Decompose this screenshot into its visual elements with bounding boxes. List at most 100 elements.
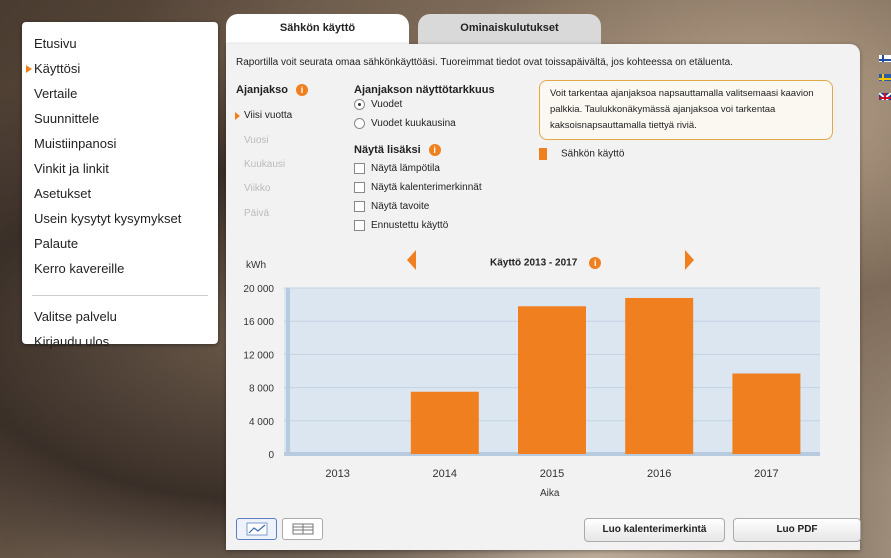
bar[interactable] <box>518 306 586 454</box>
flag-finnish-icon[interactable] <box>879 52 891 62</box>
x-axis-label: Aika <box>540 488 560 499</box>
x-tick-label: 2017 <box>754 468 778 480</box>
main-panel: Raportilla voit seurata omaa sähkönkäytt… <box>226 44 861 550</box>
nav-item-suunnittele[interactable]: Suunnittele <box>22 106 218 131</box>
checkbox-ennustettu[interactable]: Ennustettu käyttö <box>354 220 448 231</box>
extras-title: Näytä lisäksi i <box>354 144 441 157</box>
left-navigation: Etusivu Käyttösi Vertaile Suunnittele Mu… <box>22 22 218 349</box>
nav-item-label: Muistiinpanosi <box>34 136 117 151</box>
bar[interactable] <box>625 297 694 454</box>
checkbox[interactable] <box>354 201 365 212</box>
checkbox-label: Näytä kalenterimerkinnät <box>371 182 482 194</box>
nav-item-kayttosi[interactable]: Käyttösi <box>22 56 218 81</box>
bar-chart: 20 000 16 000 12 000 8 000 4 000 0 2013 2014 201… <box>243 284 820 480</box>
tab-sahkon-kaytto[interactable]: Sähkön käyttö <box>226 14 409 46</box>
line-chart-icon <box>246 522 267 536</box>
nav-item-kirjaudu-ulos[interactable]: Kirjaudu ulos <box>22 329 218 354</box>
nav-item-label: Vertaile <box>34 86 78 101</box>
info-icon[interactable]: i <box>589 257 602 269</box>
period-item-vuosi[interactable]: Vuosi <box>244 135 269 146</box>
nav-item-asetukset[interactable]: Asetukset <box>22 181 218 206</box>
y-axis-label: kWh <box>246 260 266 271</box>
nav-item-vinkit[interactable]: Vinkit ja linkit <box>22 156 218 181</box>
period-title-label: Ajanjakso <box>236 84 288 96</box>
period-item-viikko[interactable]: Viikko <box>244 183 271 194</box>
nav-item-label: Suunnittele <box>34 111 100 126</box>
nav-item-label: Etusivu <box>34 36 77 51</box>
radio-label: Vuodet kuukausina <box>371 118 456 130</box>
create-calendar-entry-button[interactable]: Luo kalenterimerkintä <box>584 518 725 542</box>
period-item-viisi-vuotta[interactable]: Viisi vuotta <box>244 110 292 121</box>
y-tick-label: 16 000 <box>243 317 274 328</box>
x-tick-label: 2016 <box>647 468 671 480</box>
radio-button[interactable] <box>354 118 365 129</box>
nav-item-palaute[interactable]: Palaute <box>22 231 218 256</box>
tab-label: Ominaiskulutukset <box>460 22 559 34</box>
nav-item-label: Usein kysytyt kysymykset <box>34 211 182 226</box>
nav-item-label: Vinkit ja linkit <box>34 161 109 176</box>
nav-item-label: Palaute <box>34 236 79 251</box>
nav-item-valitse-palvelu[interactable]: Valitse palvelu <box>22 304 218 329</box>
hint-box: Voit tarkentaa ajanjaksoa napsauttamalla… <box>539 80 833 140</box>
active-arrow-icon <box>26 65 32 73</box>
y-tick-label: 12 000 <box>243 350 274 361</box>
checkbox-kalenterimerkinnat[interactable]: Näytä kalenterimerkinnät <box>354 182 482 193</box>
tab-ominaiskulutukset[interactable]: Ominaiskulutukset <box>418 14 601 46</box>
chart-title: Käyttö 2013 - 2017 i <box>490 257 602 269</box>
nav-item-kerro-kavereille[interactable]: Kerro kavereille <box>22 256 218 281</box>
radio-vuodet[interactable]: Vuodet <box>354 99 402 110</box>
flag-english-icon[interactable] <box>879 90 891 100</box>
nav-item-label: Kirjaudu ulos <box>34 334 110 349</box>
x-tick-label: 2015 <box>540 468 564 480</box>
y-tick-label: 8 000 <box>249 384 274 395</box>
tab-label: Sähkön käyttö <box>279 22 356 34</box>
period-title: Ajanjakso i <box>236 84 308 97</box>
create-pdf-button[interactable]: Luo PDF <box>733 518 861 542</box>
bar[interactable] <box>410 391 479 454</box>
radio-label: Vuodet <box>371 99 403 111</box>
arrow-left-icon[interactable] <box>407 250 416 270</box>
table-icon <box>292 523 313 535</box>
precision-title: Ajanjakson näyttötarkkuus <box>354 84 495 96</box>
y-tick-label: 20 000 <box>243 284 274 295</box>
y-tick-label: 4 000 <box>249 417 274 428</box>
checkbox[interactable] <box>354 220 365 231</box>
x-tick-label: 2014 <box>433 468 457 480</box>
period-item-paiva[interactable]: Päivä <box>244 208 269 219</box>
checkbox[interactable] <box>354 163 365 174</box>
intro-text: Raportilla voit seurata omaa sähkönkäytt… <box>236 57 733 68</box>
checkbox-label: Näytä tavoite <box>371 201 430 213</box>
checkbox-lampotila[interactable]: Näytä lämpötila <box>354 163 440 174</box>
checkbox-label: Ennustettu käyttö <box>371 220 449 232</box>
extras-title-label: Näytä lisäksi <box>354 144 421 156</box>
nav-item-label: Käyttösi <box>34 61 81 76</box>
x-tick-label: 2013 <box>325 468 349 480</box>
nav-divider <box>32 295 208 296</box>
legend-swatch <box>539 148 547 160</box>
nav-item-label: Asetukset <box>34 186 92 201</box>
active-arrow-icon <box>235 112 240 120</box>
info-icon[interactable]: i <box>295 84 308 97</box>
radio-button[interactable] <box>354 99 365 110</box>
nav-item-etusivu[interactable]: Etusivu <box>22 31 218 56</box>
nav-item-ukk[interactable]: Usein kysytyt kysymykset <box>22 206 218 231</box>
checkbox-tavoite[interactable]: Näytä tavoite <box>354 201 429 212</box>
chart-title-label: Käyttö 2013 - 2017 <box>490 257 578 269</box>
nav-item-label: Kerro kavereille <box>34 261 125 276</box>
info-icon[interactable]: i <box>428 144 441 157</box>
checkbox[interactable] <box>354 182 365 193</box>
legend-label: Sähkön käyttö <box>561 148 625 160</box>
chart-view-button[interactable] <box>236 518 277 540</box>
period-item-kuukausi[interactable]: Kuukausi <box>244 159 285 170</box>
checkbox-label: Näytä lämpötila <box>371 163 440 175</box>
bar[interactable] <box>732 373 801 454</box>
table-view-button[interactable] <box>282 518 323 540</box>
chart-legend: Sähkön käyttö <box>539 148 624 160</box>
radio-vuodet-kuukausina[interactable]: Vuodet kuukausina <box>354 118 456 129</box>
y-axis-line <box>286 288 290 454</box>
nav-item-muistiinpanosi[interactable]: Muistiinpanosi <box>22 131 218 156</box>
flag-swedish-icon[interactable] <box>879 71 891 81</box>
arrow-right-icon[interactable] <box>685 250 694 270</box>
nav-item-label: Valitse palvelu <box>34 309 117 324</box>
nav-item-vertaile[interactable]: Vertaile <box>22 81 218 106</box>
